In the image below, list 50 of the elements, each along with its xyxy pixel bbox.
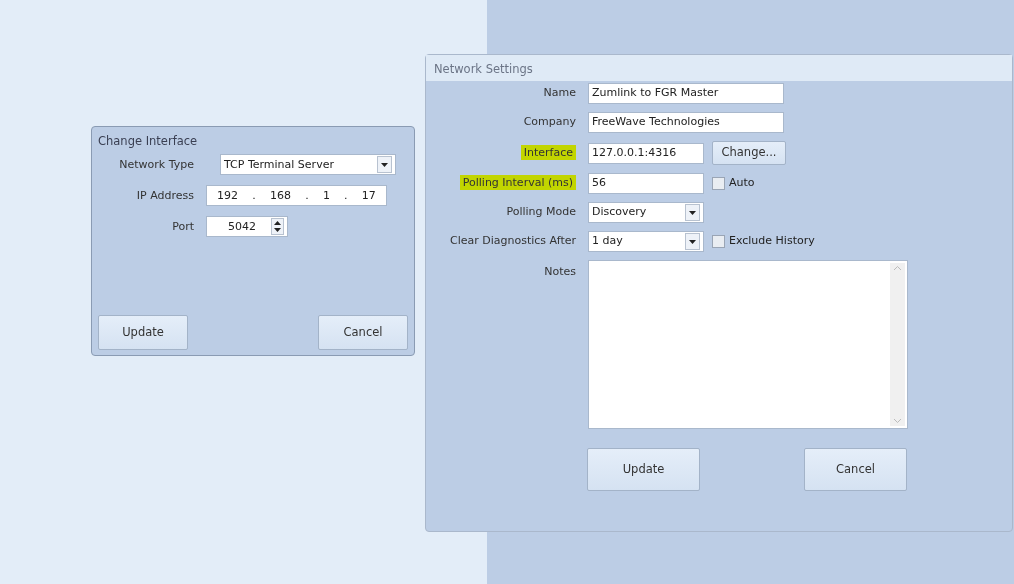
ip-address-field[interactable]: 192 . 168 . 1 . 17 bbox=[206, 185, 387, 207]
dialog-button[interactable]: Update bbox=[98, 315, 188, 350]
dropdown-button[interactable] bbox=[685, 233, 700, 250]
ip-octet: 17 bbox=[361, 187, 376, 204]
field-label: Port bbox=[171, 218, 194, 235]
dialog-title: Change Interface bbox=[98, 133, 199, 150]
dialog-button[interactable]: Cancel bbox=[318, 315, 408, 350]
checkbox[interactable] bbox=[712, 177, 725, 190]
dialog-button[interactable]: Update bbox=[587, 448, 700, 491]
caret-icon bbox=[689, 210, 696, 215]
dropdown-field[interactable]: 1 day bbox=[588, 231, 704, 252]
field-label: Network Type bbox=[118, 156, 194, 173]
spin-value: 5042 bbox=[228, 218, 256, 235]
ip-octet: 1 bbox=[322, 187, 330, 204]
spinner-arrows-icon[interactable] bbox=[271, 218, 284, 236]
scrollbar[interactable] bbox=[890, 263, 905, 426]
caret-icon bbox=[689, 239, 696, 244]
checkbox-label: Exclude History bbox=[729, 233, 815, 250]
dropdown-value: TCP Terminal Server bbox=[224, 156, 334, 173]
checkbox[interactable] bbox=[712, 235, 725, 248]
checkbox-label: Auto bbox=[729, 175, 755, 192]
text-field[interactable]: 56 bbox=[588, 173, 704, 194]
text-field[interactable]: Zumlink to FGR Master bbox=[588, 83, 784, 104]
dropdown-value: Discovery bbox=[592, 204, 647, 221]
dialog-button[interactable]: Cancel bbox=[804, 448, 907, 491]
dropdown-value: 1 day bbox=[592, 233, 623, 250]
ip-separator: . bbox=[252, 187, 256, 204]
text-field[interactable]: 127.0.0.1:4316 bbox=[588, 142, 704, 164]
dropdown-field[interactable]: Discovery bbox=[588, 202, 704, 223]
ip-octet: 192 bbox=[217, 187, 239, 204]
field-label: Company bbox=[523, 115, 576, 129]
ip-separator: . bbox=[344, 187, 348, 204]
ip-octet: 168 bbox=[270, 187, 291, 204]
spin-field[interactable]: 5042 bbox=[206, 216, 288, 238]
field-label: Name bbox=[543, 86, 576, 100]
window-title: Network Settings bbox=[426, 55, 1012, 81]
notes-field[interactable] bbox=[588, 260, 908, 429]
field-label: Clear Diagnostics After bbox=[450, 234, 576, 248]
caret-icon bbox=[381, 162, 388, 167]
dropdown-button[interactable] bbox=[685, 204, 700, 221]
field-label: Notes bbox=[544, 264, 576, 280]
dropdown-field[interactable]: TCP Terminal Server bbox=[220, 154, 396, 176]
field-label: Polling Interval (ms) bbox=[459, 175, 576, 191]
field-label: Polling Mode bbox=[506, 205, 576, 219]
change-button[interactable]: Change... bbox=[712, 141, 786, 165]
ip-separator: . bbox=[305, 187, 309, 204]
text-field[interactable]: FreeWave Technologies bbox=[588, 112, 784, 133]
dropdown-button[interactable] bbox=[377, 156, 392, 174]
field-label: IP Address bbox=[135, 187, 194, 204]
field-label: Interface bbox=[520, 144, 576, 160]
